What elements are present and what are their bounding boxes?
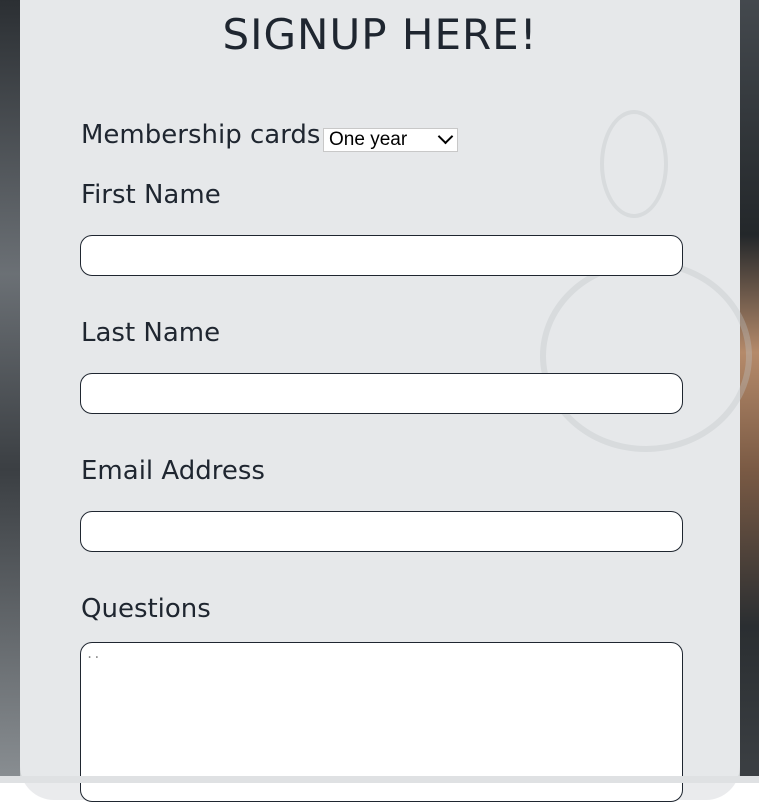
membership-select[interactable]: One year (323, 128, 458, 152)
chevron-down-icon (437, 128, 454, 145)
background-ring (540, 260, 752, 452)
questions-label: Questions (81, 594, 211, 624)
email-label: Email Address (81, 456, 265, 486)
background-left-edge (0, 0, 20, 783)
first-name-label: First Name (81, 180, 221, 210)
membership-select-value: One year (329, 129, 408, 150)
first-name-field[interactable] (80, 235, 683, 276)
email-field[interactable] (80, 511, 683, 552)
last-name-label: Last Name (81, 318, 221, 348)
page-bottom-edge (0, 776, 759, 783)
background-gym-ring (600, 110, 668, 218)
page-title: SIGNUP HERE! (222, 10, 538, 59)
last-name-field[interactable] (80, 373, 683, 414)
membership-label: Membership cards (81, 120, 321, 150)
